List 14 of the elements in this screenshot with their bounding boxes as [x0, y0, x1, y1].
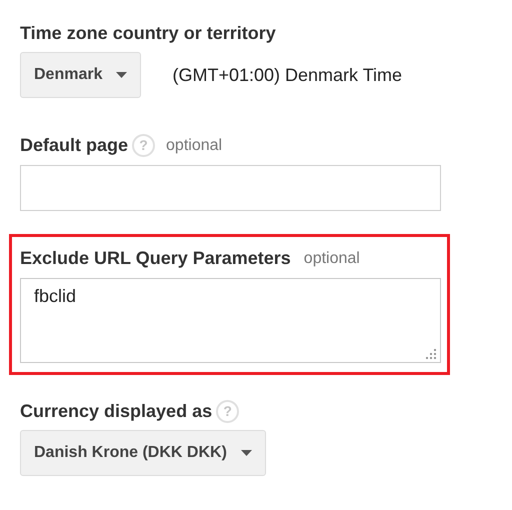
- dropdown-button[interactable]: Denmark: [20, 52, 142, 98]
- caret-icon: [240, 450, 252, 456]
- field-label: Default page: [20, 134, 128, 157]
- time-zone-text: (GMT+01:00) Denmark Time: [172, 64, 402, 87]
- caret-icon: [116, 72, 128, 78]
- optional-text: optional: [304, 248, 360, 268]
- input-field[interactable]: [20, 165, 441, 211]
- field-label: Time zone country or territory: [20, 22, 276, 45]
- dropdown-button[interactable]: Danish Krone (DKK DKK): [20, 430, 266, 476]
- field-label: Currency displayed as: [20, 400, 212, 423]
- resize-grip-icon: [426, 349, 437, 360]
- optional-text: optional: [166, 136, 222, 156]
- text-area[interactable]: fbclid: [20, 278, 441, 363]
- field-label: Exclude URL Query Parameters: [20, 247, 291, 270]
